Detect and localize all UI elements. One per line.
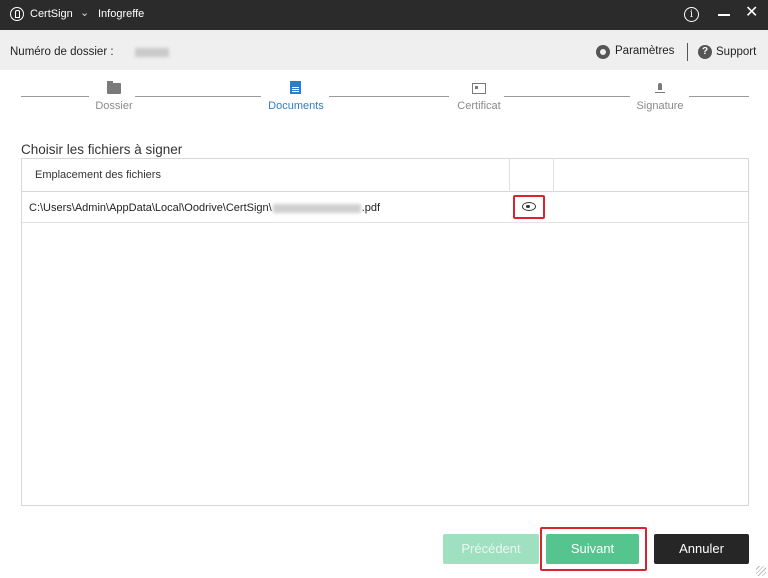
column-divider <box>509 159 510 192</box>
step-signature-label: Signature <box>636 100 684 112</box>
app-menu-chevron-icon[interactable]: ⌄ <box>80 6 89 19</box>
dossier-number-redacted <box>135 48 169 57</box>
step-connector <box>504 96 630 97</box>
file-path: C:\Users\Admin\AppData\Local\Oodrive\Cer… <box>29 202 380 214</box>
files-table: Emplacement des fichiers C:\Users\Admin\… <box>21 158 749 506</box>
info-icon[interactable]: i <box>684 7 699 22</box>
app-name[interactable]: CertSign <box>30 8 73 20</box>
step-connector <box>329 96 449 97</box>
folder-icon <box>107 81 121 94</box>
step-dossier-label: Dossier <box>95 100 133 112</box>
gear-icon <box>596 45 610 59</box>
certsign-logo-icon <box>10 7 24 21</box>
file-name-redacted <box>272 203 361 213</box>
help-icon[interactable]: ? <box>698 45 712 59</box>
minimize-icon[interactable] <box>718 14 730 16</box>
certificate-icon <box>472 83 486 94</box>
section-title: Choisir les fichiers à signer <box>21 142 183 157</box>
support-link[interactable]: Support <box>716 46 756 58</box>
document-name: Infogreffe <box>98 8 145 20</box>
preview-file-button[interactable] <box>513 195 545 219</box>
cancel-button[interactable]: Annuler <box>654 534 749 564</box>
dossier-header: Numéro de dossier : Paramètres <box>0 30 768 70</box>
column-divider <box>553 159 554 192</box>
dossier-number-label: Numéro de dossier : <box>10 46 114 58</box>
parametres-label: Paramètres <box>615 45 675 57</box>
signature-icon <box>655 83 665 94</box>
step-connector <box>21 96 89 97</box>
step-connector <box>135 96 261 97</box>
close-icon[interactable]: ✕ <box>745 5 758 21</box>
title-bar: CertSign ⌄ Infogreffe i ✕ <box>0 0 768 30</box>
file-path-suffix: .pdf <box>361 202 381 214</box>
eye-icon <box>522 202 536 211</box>
document-icon <box>290 81 301 94</box>
step-certificat-label: Certificat <box>457 100 501 112</box>
step-documents-label: Documents <box>268 100 324 112</box>
resize-grip-icon[interactable] <box>756 566 766 576</box>
table-row: C:\Users\Admin\AppData\Local\Oodrive\Cer… <box>22 192 748 223</box>
previous-button[interactable]: Précédent <box>443 534 539 564</box>
step-connector <box>689 96 749 97</box>
table-header-row: Emplacement des fichiers <box>22 159 748 192</box>
next-button[interactable]: Suivant <box>546 534 639 564</box>
header-divider <box>687 43 688 61</box>
column-header-emplacement: Emplacement des fichiers <box>35 169 161 181</box>
file-path-prefix: C:\Users\Admin\AppData\Local\Oodrive\Cer… <box>29 202 272 214</box>
